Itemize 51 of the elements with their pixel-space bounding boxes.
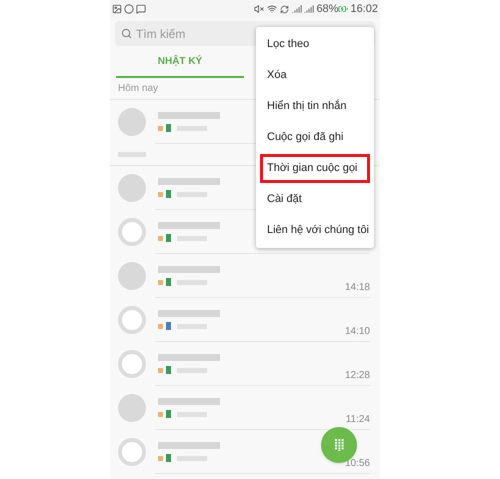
sync-icon xyxy=(280,4,290,14)
redacted-name xyxy=(158,222,220,229)
call-type-icon xyxy=(158,412,163,416)
wifi-icon xyxy=(267,4,278,14)
redacted-date xyxy=(177,412,207,416)
call-time: 12:28 xyxy=(344,369,370,383)
dialpad-icon xyxy=(334,439,344,451)
clock: 16:02 xyxy=(350,2,378,17)
menu-item[interactable]: Thời gian cuộc gọi xyxy=(260,154,370,183)
circle-icon xyxy=(124,4,134,14)
redacted-name xyxy=(158,310,220,317)
signal-icon xyxy=(304,4,314,14)
battery-percent: 68% xyxy=(316,2,338,17)
redacted-name xyxy=(158,398,220,405)
call-time: 14:10 xyxy=(344,325,370,339)
redacted-date xyxy=(177,456,207,460)
menu-item[interactable]: Cuộc gọi đã ghi xyxy=(260,122,370,153)
redacted-name xyxy=(158,178,220,185)
redacted-date xyxy=(177,236,207,240)
redacted-date xyxy=(177,368,207,372)
call-type-icon xyxy=(158,456,163,460)
message-icon xyxy=(136,4,146,14)
call-type-icon xyxy=(158,280,163,284)
redacted-name xyxy=(158,112,220,119)
redacted-date xyxy=(177,280,207,284)
call-type-icon xyxy=(158,126,163,130)
call-time: 10:56 xyxy=(344,457,370,471)
menu-item[interactable]: Hiển thị tin nhắn xyxy=(260,91,370,122)
search-icon xyxy=(121,28,132,39)
redacted-date xyxy=(177,324,207,328)
battery-icon xyxy=(338,4,348,14)
menu-item[interactable]: Cài đặt xyxy=(260,184,370,215)
gallery-icon xyxy=(112,4,122,14)
section-header: Hôm nay xyxy=(118,82,158,96)
redacted-name xyxy=(158,266,220,273)
call-type-icon xyxy=(158,192,163,196)
menu-item[interactable]: Liên hệ với chúng tôi xyxy=(260,215,370,246)
call-type-icon xyxy=(158,324,163,328)
call-time: 11:24 xyxy=(346,413,370,427)
call-type-icon xyxy=(158,236,163,240)
redacted-date xyxy=(177,126,207,130)
redacted-name xyxy=(158,442,220,449)
call-type-icon xyxy=(158,368,163,372)
signal-icon xyxy=(292,4,302,14)
mute-icon xyxy=(254,4,264,14)
search-placeholder: Tìm kiếm xyxy=(136,26,186,42)
menu-item[interactable]: Xóa xyxy=(260,60,370,91)
redacted-section-header xyxy=(118,152,146,157)
redacted-date xyxy=(177,192,207,196)
redacted-name xyxy=(158,354,220,361)
call-time: 14:18 xyxy=(344,281,370,295)
